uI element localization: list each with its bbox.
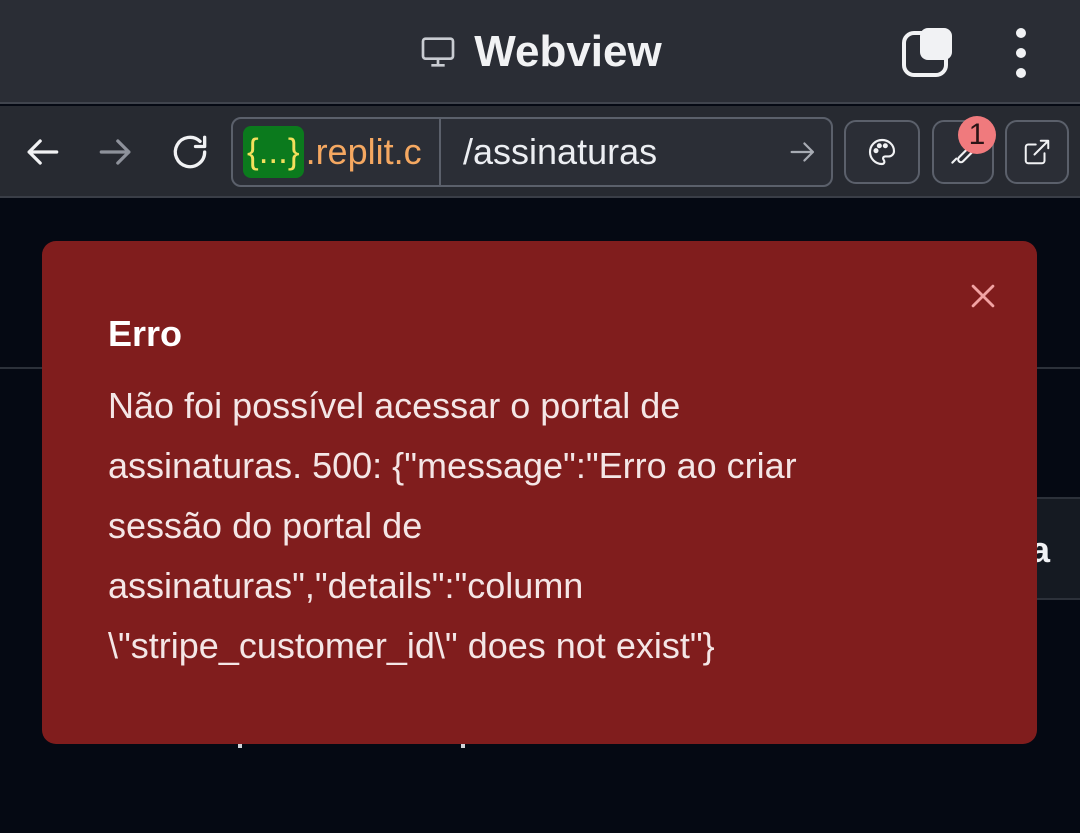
open-external-button[interactable] — [1005, 120, 1069, 184]
url-host-text: .replit.c — [305, 131, 422, 172]
theme-button[interactable] — [844, 120, 920, 184]
address-toolbar: {...} .replit.c /assinaturas — [0, 106, 1080, 198]
monitor-icon — [421, 37, 455, 67]
devtools-error-badge: 1 — [958, 116, 996, 154]
forward-button[interactable] — [94, 130, 138, 174]
reload-icon — [173, 135, 207, 169]
arrow-right-icon — [99, 139, 131, 165]
url-go-button[interactable] — [786, 135, 820, 169]
url-field[interactable]: {...} .replit.c /assinaturas — [231, 117, 833, 187]
arrow-right-icon — [790, 142, 815, 162]
tabs-icon — [902, 28, 952, 77]
tabs-button[interactable] — [900, 26, 956, 80]
url-host[interactable]: {...} .replit.c — [233, 119, 441, 185]
error-toast: Erro Não foi possível acessar o portal d… — [42, 241, 1037, 744]
webview-titlebar: Webview — [0, 0, 1080, 104]
palette-icon — [868, 138, 896, 166]
toast-message: Não foi possível acessar o portal de ass… — [108, 385, 797, 666]
close-icon — [971, 284, 995, 308]
url-path-input[interactable]: /assinaturas — [463, 119, 657, 185]
replit-badge: {...} — [243, 126, 304, 178]
toast-title: Erro — [108, 313, 183, 354]
more-menu-button[interactable] — [1000, 26, 1042, 80]
reload-button[interactable] — [168, 130, 212, 174]
toast-close-button[interactable] — [966, 279, 1000, 313]
external-link-icon — [1024, 139, 1050, 165]
more-vertical-icon — [1016, 28, 1026, 78]
back-button[interactable] — [20, 130, 64, 174]
arrow-left-icon — [27, 139, 59, 165]
window-title-text: Webview — [474, 27, 662, 76]
